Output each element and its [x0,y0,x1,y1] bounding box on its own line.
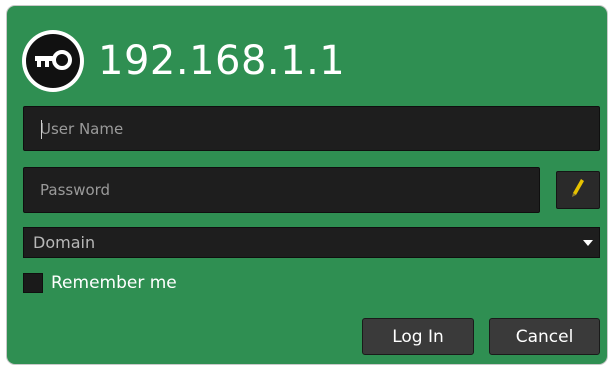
password-input[interactable] [24,168,539,212]
username-field[interactable] [23,106,600,151]
cancel-button[interactable]: Cancel [489,318,600,355]
remember-me[interactable]: Remember me [23,273,177,293]
key-icon [26,34,80,88]
login-dialog: 192.168.1.1 Domain Remember me Log In Ca… [7,6,607,364]
remember-me-checkbox[interactable] [23,273,43,293]
remember-me-label[interactable]: Remember me [51,273,177,293]
domain-select[interactable]: Domain [23,227,600,258]
page-title: 192.168.1.1 [98,38,346,84]
domain-select-value: Domain [33,233,96,252]
pencil-icon [571,178,585,202]
edit-password-button[interactable] [556,171,600,209]
username-input[interactable] [24,107,599,150]
login-button[interactable]: Log In [362,318,474,355]
key-badge [22,30,84,92]
text-caret [41,120,42,139]
password-field[interactable] [23,167,540,213]
dialog-header: 192.168.1.1 [22,26,345,96]
chevron-down-icon[interactable] [577,228,599,257]
